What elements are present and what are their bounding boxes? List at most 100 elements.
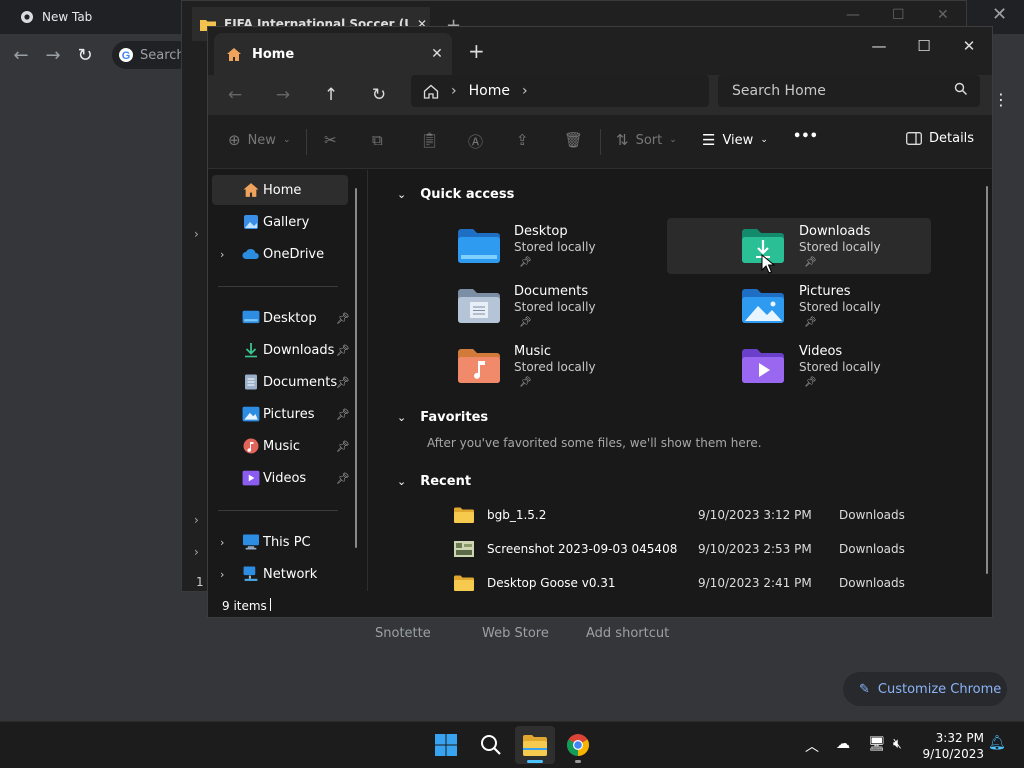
sidebar-item-videos[interactable]: Videos 📌︎ [212,463,350,493]
new-button[interactable]: ⊕ New ⌄ [228,131,290,149]
google-icon: G [119,48,133,62]
recent-row[interactable]: bgb_1.5.2 9/10/2023 3:12 PM Downloads [454,503,954,527]
sidebar-item-gallery[interactable]: Gallery [212,207,348,237]
details-button[interactable]: Details [906,131,974,146]
close-icon[interactable]: ✕ [946,37,992,55]
shortcut-snotette[interactable]: Snotette [375,626,431,641]
start-button[interactable] [426,726,466,764]
nav-scrollbar[interactable] [355,188,357,548]
home-icon [227,47,241,61]
share-button[interactable]: ⇪ [516,131,529,149]
search-icon [954,82,967,95]
delete-button[interactable]: 🗑︎ [564,131,583,149]
chrome-menu-icon[interactable]: ⋮ [993,92,1009,108]
back-arrow-icon[interactable]: ← [10,45,32,66]
chevron-right-icon[interactable]: › [194,227,199,241]
sort-label: Sort [635,132,663,148]
more-options-button[interactable]: ••• [793,129,818,144]
copy-button[interactable]: ⧉ [372,131,383,149]
back-arrow-icon[interactable]: ← [219,81,251,109]
paste-button[interactable]: 📋︎ [420,131,439,149]
reload-icon[interactable]: ↻ [74,45,96,66]
onedrive-offline-icon[interactable]: ☁︎ [836,736,850,752]
address-bar[interactable]: › Home › [411,75,709,107]
maximize-icon[interactable]: ☐ [901,37,947,55]
taskbar-chrome[interactable] [558,726,598,764]
search-button[interactable] [471,726,511,764]
forward-arrow-icon[interactable]: → [267,81,299,109]
pin-icon[interactable]: 📌︎ [336,312,350,325]
chrome-tab-new-tab[interactable]: New Tab [8,2,178,32]
sidebar-item-downloads[interactable]: Downloads 📌︎ [212,335,350,365]
chrome-close-icon[interactable]: ✕ [992,4,1007,25]
chevron-right-icon[interactable]: › [220,536,224,549]
refresh-icon[interactable]: ↻ [363,81,395,109]
home-icon [423,84,439,99]
chevron-right-icon[interactable]: › [451,83,457,99]
quick-access-videos[interactable]: Videos Stored locally 📌︎ [667,338,931,394]
shortcut-web-store[interactable]: Web Store [482,626,549,641]
chrome-omnibox[interactable]: G Search [112,41,192,69]
content-scrollbar[interactable] [986,186,988,574]
chevron-right-icon[interactable]: › [220,248,224,261]
up-arrow-icon[interactable]: ↑ [315,81,347,109]
tab-home[interactable]: Home ✕ [214,33,452,75]
title-bar[interactable]: Home ✕ + — ☐ ✕ [208,27,992,75]
sidebar-item-desktop[interactable]: Desktop 📌︎ [212,303,350,333]
chevron-right-icon[interactable]: › [220,568,224,581]
chevron-up-icon[interactable]: ︿ [805,736,819,756]
view-button[interactable]: ☰ View ⌄ [702,131,768,149]
mouse-cursor-icon [761,254,775,274]
pin-icon[interactable]: 📌︎ [336,344,350,357]
sidebar-item-documents[interactable]: Documents 📌︎ [212,367,350,397]
chevron-down-icon: ⌄ [397,475,407,488]
rename-button[interactable]: Ⓐ [468,131,483,152]
tile-subtitle: Stored locally [514,360,596,374]
home-content: ⌄ Quick access Desktop Stored locally 📌︎… [369,170,991,591]
taskbar-file-explorer[interactable] [515,726,555,764]
sidebar-item-this-pc[interactable]: › This PC [212,527,348,557]
maximize-icon[interactable]: ☐ [892,7,905,23]
divider [306,129,307,155]
favorites-header[interactable]: ⌄ Favorites [397,410,488,425]
file-explorer-window[interactable]: Home ✕ + — ☐ ✕ ← → ↑ ↻ › Home › Search H… [207,26,993,618]
close-icon[interactable]: ✕ [422,46,452,62]
recent-header[interactable]: ⌄ Recent [397,474,471,489]
notification-bell-icon[interactable]: 🔔︎ [988,735,1006,751]
minimize-icon[interactable]: — [856,37,902,55]
search-input[interactable]: Search Home [718,75,980,107]
quick-access-downloads[interactable]: Downloads Stored locally 📌︎ [667,218,931,274]
sort-button[interactable]: ⇅ Sort ⌄ [616,131,677,149]
sidebar-item-music[interactable]: Music 📌︎ [212,431,350,461]
pin-icon[interactable]: 📌︎ [336,440,350,453]
chevron-right-icon[interactable]: › [194,545,199,559]
quick-access-header[interactable]: ⌄ Quick access [397,187,514,202]
sidebar-item-home[interactable]: Home [212,175,348,205]
pictures-icon [242,406,260,422]
volume-muted-icon[interactable]: 🔇︎ [893,736,902,752]
pin-icon[interactable]: 📌︎ [336,408,350,421]
divider [600,129,601,155]
recent-row[interactable]: Desktop Goose v0.31 9/10/2023 2:41 PM Do… [454,571,954,595]
chevron-right-icon[interactable]: › [194,513,199,527]
forward-arrow-icon[interactable]: → [42,45,64,66]
recent-row[interactable]: Screenshot 2023-09-03 045408 9/10/2023 2… [454,537,954,561]
customize-chrome-button[interactable]: ✎ Customize Chrome [843,672,1007,706]
sidebar-item-pictures[interactable]: Pictures 📌︎ [212,399,350,429]
view-label: View [722,132,754,148]
sidebar-item-onedrive[interactable]: › OneDrive [212,239,348,269]
clock[interactable]: 3:32 PM 9/10/2023 [920,730,984,762]
chevron-down-icon: ⌄ [669,135,677,145]
pin-icon[interactable]: 📌︎ [336,472,350,485]
breadcrumb-home[interactable]: Home [469,83,510,99]
sidebar-item-network[interactable]: › Network [212,559,348,589]
new-tab-plus-icon[interactable]: + [468,39,485,63]
minimize-icon[interactable]: — [846,7,860,23]
chevron-right-icon[interactable]: › [522,83,528,99]
pin-icon[interactable]: 📌︎ [336,376,350,389]
close-icon[interactable]: ✕ [937,7,949,23]
quick-access-pictures[interactable]: Pictures Stored locally 📌︎ [667,278,931,334]
cut-button[interactable]: ✂ [324,131,337,149]
network-icon[interactable]: 🖥︎ [868,736,886,752]
shortcut-add[interactable]: Add shortcut [586,626,669,641]
